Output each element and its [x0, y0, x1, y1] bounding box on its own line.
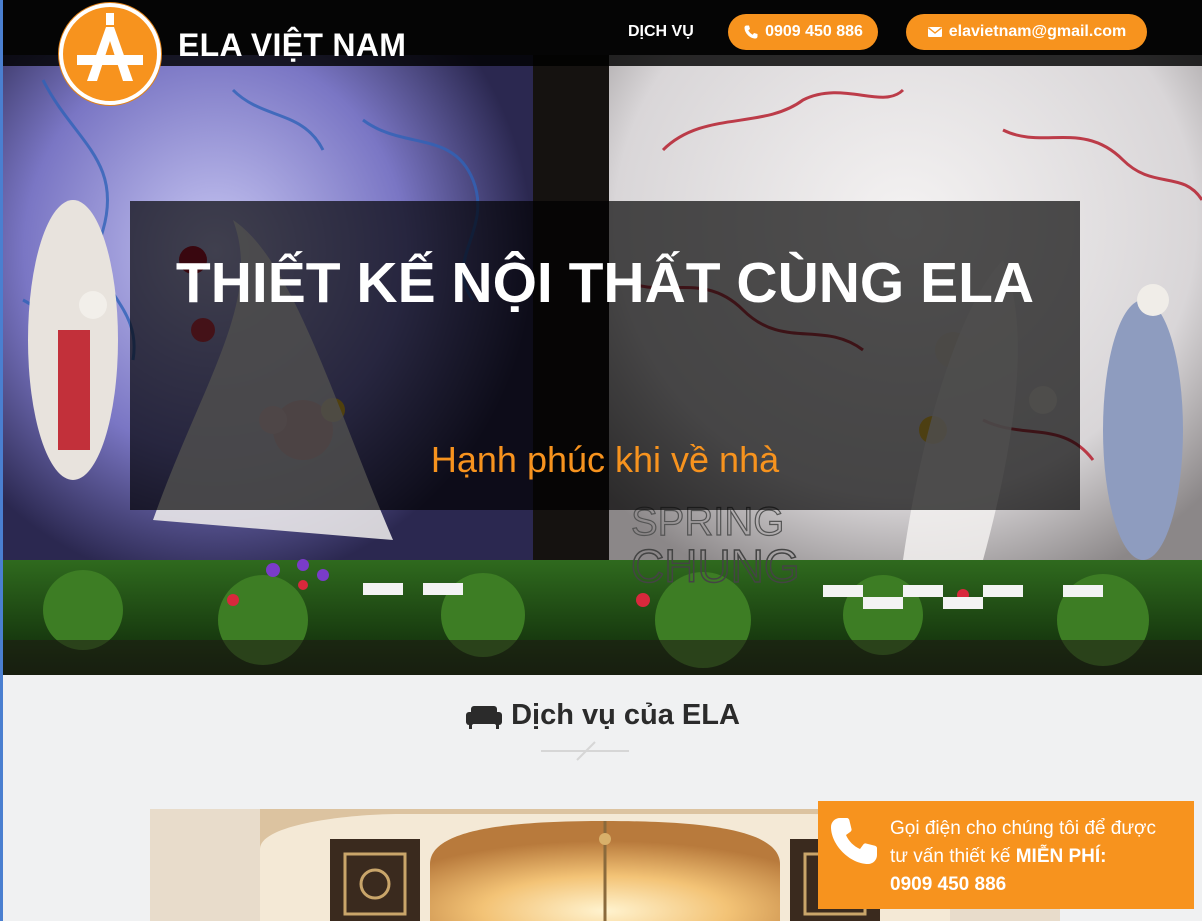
- phone-handset-icon: [831, 818, 877, 864]
- envelope-icon: [927, 27, 942, 37]
- header-phone-button[interactable]: 0909 450 886: [728, 14, 878, 50]
- call-line-2: tư vấn thiết kế MIỄN PHÍ:: [890, 843, 1184, 871]
- site-header: ELA VIỆT NAM DỊCH VỤ 0909 450 886 elavie…: [3, 0, 1202, 105]
- logo[interactable]: [59, 3, 161, 105]
- hero-overlay: THIẾT KẾ NỘI THẤT CÙNG ELA Hạnh phúc khi…: [130, 201, 1080, 510]
- call-to-action-text: Gọi điện cho chúng tôi để được tư vấn th…: [890, 815, 1184, 899]
- nav-services-link[interactable]: DỊCH VỤ: [628, 23, 694, 41]
- header-email-text: elavietnam@gmail.com: [948, 23, 1127, 40]
- hero-title: THIẾT KẾ NỘI THẤT CÙNG ELA: [175, 251, 1035, 315]
- hero-subtitle: Hạnh phúc khi về nhà: [430, 439, 780, 480]
- call-line-2-prefix: tư vấn thiết kế: [890, 846, 1016, 867]
- call-phone-value: 0909 450 886: [890, 874, 1007, 895]
- phone-icon: [744, 25, 758, 39]
- hero-window-text-chung: CHUNG: [631, 540, 800, 592]
- ela-logo-icon: [77, 13, 143, 81]
- services-heading: Dịch vụ của ELA: [3, 699, 1202, 732]
- sofa-icon: [466, 705, 503, 729]
- header-phone-text: 0909 450 886: [765, 23, 863, 40]
- call-free-label: MIỄN PHÍ:: [1015, 846, 1107, 867]
- header-email-button[interactable]: elavietnam@gmail.com: [906, 14, 1147, 50]
- call-line-1: Gọi điện cho chúng tôi để được: [890, 818, 1157, 839]
- call-to-action-box[interactable]: Gọi điện cho chúng tôi để được tư vấn th…: [818, 801, 1194, 909]
- call-phone-number[interactable]: 0909 450 886: [890, 871, 1184, 899]
- brand-name[interactable]: ELA VIỆT NAM: [178, 27, 406, 64]
- section-divider: [541, 741, 629, 761]
- hero-banner: SPRING CHUNG THIẾT KẾ NỘI THẤT CÙNG ELA …: [3, 0, 1202, 675]
- services-title: Dịch vụ của ELA: [511, 699, 740, 731]
